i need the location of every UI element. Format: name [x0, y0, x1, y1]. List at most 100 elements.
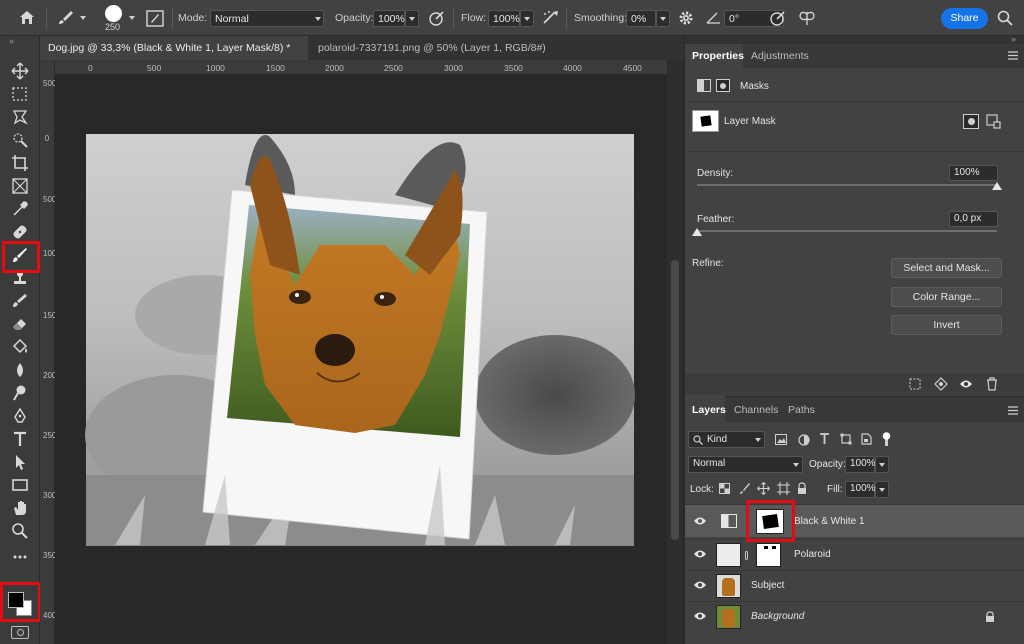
- share-button[interactable]: Share: [941, 8, 988, 29]
- select-and-mask-button[interactable]: Select and Mask...: [891, 258, 1002, 278]
- layer-opacity-input[interactable]: 100%: [845, 456, 876, 473]
- brush-size-caret-icon[interactable]: [129, 16, 135, 20]
- lock-transparent-icon[interactable]: [719, 483, 730, 494]
- feather-input[interactable]: 0,0 px: [949, 211, 998, 227]
- lock-icon[interactable]: [985, 611, 995, 623]
- pressure-opacity-icon[interactable]: [428, 9, 446, 27]
- document-image[interactable]: [55, 75, 667, 644]
- delete-mask-icon[interactable]: [986, 377, 998, 391]
- symmetry-icon[interactable]: [797, 9, 817, 27]
- path-selection-tool-icon[interactable]: [8, 453, 32, 473]
- layer-opacity-dropdown[interactable]: [875, 456, 889, 473]
- pen-tool-icon[interactable]: [8, 407, 32, 427]
- lock-all-icon[interactable]: [797, 482, 807, 495]
- density-input[interactable]: 100%: [949, 165, 998, 181]
- rectangle-tool-icon[interactable]: [8, 476, 32, 496]
- tab-properties[interactable]: Properties: [692, 50, 744, 62]
- canvas-area[interactable]: [55, 75, 667, 644]
- feather-slider-thumb[interactable]: [692, 228, 702, 236]
- tab-paths[interactable]: Paths: [788, 404, 815, 416]
- layer-row[interactable]: Polaroid: [685, 539, 1024, 569]
- brush-size-circle-icon[interactable]: [105, 5, 122, 22]
- layer-row[interactable]: Subject: [685, 570, 1024, 600]
- tab-channels[interactable]: Channels: [734, 404, 778, 416]
- lock-image-icon[interactable]: [739, 482, 751, 495]
- history-brush-tool-icon[interactable]: [8, 292, 32, 312]
- lock-artboard-icon[interactable]: [777, 482, 790, 495]
- pressure-size-icon[interactable]: [769, 9, 787, 27]
- opacity-input[interactable]: 100%: [373, 10, 405, 27]
- layer-name[interactable]: Black & White 1: [794, 516, 865, 527]
- layer-name[interactable]: Subject: [751, 580, 784, 591]
- eraser-tool-icon[interactable]: [8, 315, 32, 335]
- filter-smart-object-icon[interactable]: [861, 433, 872, 445]
- vertical-scrollbar[interactable]: [667, 60, 683, 644]
- scroll-thumb[interactable]: [671, 260, 679, 540]
- panel-menu-icon[interactable]: [1008, 51, 1018, 60]
- zoom-tool-icon[interactable]: [8, 522, 32, 542]
- layer-filter-kind[interactable]: Kind: [688, 431, 765, 448]
- tab-dog-document[interactable]: Dog.jpg @ 33,3% (Black & White 1, Layer …: [40, 36, 308, 78]
- filter-pixel-icon[interactable]: [775, 434, 787, 445]
- collapse-toolbar-icon[interactable]: »: [9, 36, 14, 46]
- healing-brush-tool-icon[interactable]: [8, 223, 32, 243]
- tab-layers[interactable]: Layers: [692, 404, 726, 416]
- eye-icon[interactable]: [693, 580, 707, 590]
- frame-tool-icon[interactable]: [8, 177, 32, 197]
- tab-adjustments[interactable]: Adjustments: [751, 50, 809, 62]
- tab-polaroid-document[interactable]: polaroid-7337191.png @ 50% (Layer 1, RGB…: [310, 36, 562, 78]
- quick-selection-tool-icon[interactable]: [8, 131, 32, 151]
- layer-mask-thumbnail[interactable]: [756, 543, 781, 567]
- dodge-tool-icon[interactable]: [8, 384, 32, 404]
- lock-position-icon[interactable]: [757, 482, 770, 495]
- add-vector-mask-icon[interactable]: [986, 114, 1001, 129]
- blur-tool-icon[interactable]: [8, 361, 32, 381]
- vector-mask-icon[interactable]: [716, 79, 730, 92]
- more-tools-icon[interactable]: [8, 548, 32, 568]
- search-icon[interactable]: [997, 10, 1013, 26]
- load-selection-icon[interactable]: [909, 378, 921, 390]
- filter-toggle-icon[interactable]: [882, 432, 891, 446]
- brush-settings-icon[interactable]: [146, 10, 164, 27]
- layer-name[interactable]: Background: [751, 611, 804, 622]
- chain-link-icon[interactable]: [745, 551, 748, 560]
- quick-mask-icon[interactable]: [11, 626, 29, 639]
- lasso-tool-icon[interactable]: [8, 108, 32, 128]
- eye-icon[interactable]: [693, 549, 707, 559]
- brush-preset-caret-icon[interactable]: [80, 16, 86, 20]
- fill-dropdown[interactable]: [875, 481, 889, 498]
- layers-menu-icon[interactable]: [1008, 406, 1018, 415]
- layer-row[interactable]: Black & White 1: [685, 504, 1024, 537]
- smoothing-dropdown[interactable]: [656, 10, 670, 27]
- pixel-mask-icon[interactable]: [697, 79, 711, 92]
- crop-tool-icon[interactable]: [8, 154, 32, 174]
- flow-dropdown[interactable]: [520, 10, 534, 27]
- collapse-panels-icon[interactable]: »: [1011, 34, 1016, 44]
- filter-shape-icon[interactable]: [840, 433, 852, 445]
- mode-select[interactable]: Normal: [210, 10, 324, 27]
- eyedropper-tool-icon[interactable]: [8, 200, 32, 220]
- density-slider-thumb[interactable]: [992, 182, 1002, 190]
- home-icon[interactable]: [19, 10, 35, 25]
- gear-icon[interactable]: [678, 10, 694, 26]
- layer-row[interactable]: Background: [685, 601, 1024, 631]
- brush-preset-icon[interactable]: [57, 10, 75, 26]
- layer-name[interactable]: Polaroid: [794, 549, 831, 560]
- apply-mask-icon[interactable]: [934, 377, 948, 391]
- filter-adjustment-icon[interactable]: [798, 434, 810, 446]
- fill-input[interactable]: 100%: [845, 481, 876, 498]
- invert-button[interactable]: Invert: [891, 315, 1002, 335]
- color-range-button[interactable]: Color Range...: [891, 287, 1002, 307]
- density-slider[interactable]: [697, 184, 997, 186]
- flow-input[interactable]: 100%: [488, 10, 520, 27]
- airbrush-icon[interactable]: [541, 9, 561, 27]
- blend-mode-select[interactable]: Normal: [688, 456, 803, 473]
- add-pixel-mask-icon[interactable]: [963, 114, 979, 129]
- smoothing-input[interactable]: 0%: [626, 10, 656, 27]
- opacity-dropdown[interactable]: [405, 10, 419, 27]
- eye-icon[interactable]: [693, 516, 707, 526]
- move-tool-icon[interactable]: [8, 62, 32, 82]
- eye-icon[interactable]: [693, 611, 707, 621]
- hand-tool-icon[interactable]: [8, 499, 32, 519]
- paint-bucket-tool-icon[interactable]: [8, 338, 32, 358]
